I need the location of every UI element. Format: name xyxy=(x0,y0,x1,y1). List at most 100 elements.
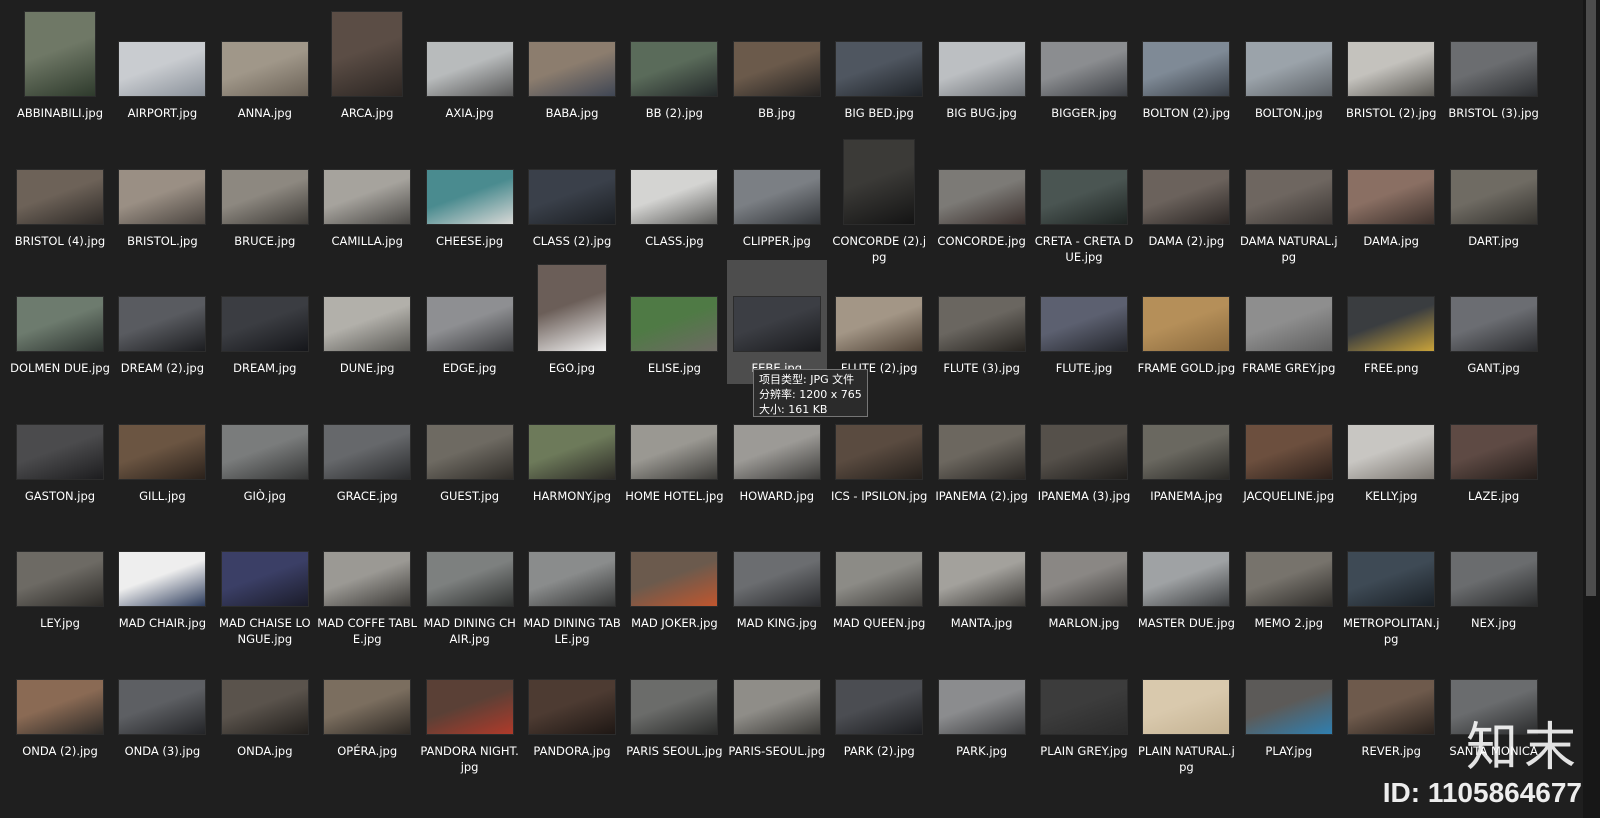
file-thumbnail-area xyxy=(215,388,315,480)
file-name: BABA.jpg xyxy=(545,106,599,120)
file-item[interactable]: BIG BUG.jpg xyxy=(932,5,1032,129)
file-item[interactable]: DREAM.jpg xyxy=(215,260,315,384)
file-item[interactable]: NEX.jpg xyxy=(1444,515,1544,639)
file-item[interactable]: BRISTOL (3).jpg xyxy=(1444,5,1544,129)
file-item[interactable]: IPANEMA (2).jpg xyxy=(932,388,1032,512)
file-item[interactable]: BOLTON.jpg xyxy=(1239,5,1339,129)
file-name: GUEST.jpg xyxy=(440,488,500,503)
file-item[interactable]: MAD CHAISE LONGUE.jpg xyxy=(215,515,315,646)
file-item[interactable]: CONCORDE (2).jpg xyxy=(829,133,929,264)
file-item[interactable]: DAMA (2).jpg xyxy=(1136,133,1236,257)
file-item[interactable]: BB.jpg xyxy=(727,5,827,129)
file-item[interactable]: DAMA NATURAL.jpg xyxy=(1239,133,1339,264)
file-item[interactable]: EDGE.jpg xyxy=(420,260,520,384)
file-item[interactable]: GRACE.jpg xyxy=(317,388,417,512)
file-item[interactable]: HARMONY.jpg xyxy=(522,388,622,512)
file-item[interactable]: ONDA (3).jpg xyxy=(112,643,212,767)
image-thumbnail xyxy=(16,678,104,735)
file-item[interactable]: PARIS SEOUL.jpg xyxy=(624,643,724,767)
file-item[interactable]: DUNE.jpg xyxy=(317,260,417,384)
file-item[interactable]: FREE.png xyxy=(1341,260,1441,384)
file-item[interactable]: CLASS (2).jpg xyxy=(522,133,622,257)
file-item[interactable]: BRUCE.jpg xyxy=(215,133,315,257)
file-item[interactable]: MAD DINING TABLE.jpg xyxy=(522,515,622,646)
file-item[interactable]: GILL.jpg xyxy=(112,388,212,512)
file-item[interactable]: DREAM (2).jpg xyxy=(112,260,212,384)
file-item[interactable]: FEBE.jpg xyxy=(726,260,827,384)
file-item[interactable]: BIG BED.jpg xyxy=(829,5,929,129)
file-item[interactable]: HOME HOTEL.jpg xyxy=(624,388,724,512)
file-item[interactable]: MAD CHAIR.jpg xyxy=(112,515,212,639)
file-item[interactable]: BOLTON (2).jpg xyxy=(1136,5,1236,129)
file-item[interactable]: LEY.jpg xyxy=(10,515,110,639)
file-item[interactable]: MARLON.jpg xyxy=(1034,515,1134,639)
file-item[interactable]: IPANEMA (3).jpg xyxy=(1034,388,1134,512)
file-item[interactable]: SANTA MONICA xyxy=(1444,643,1544,767)
file-item[interactable]: REVER.jpg xyxy=(1341,643,1441,767)
file-item[interactable]: FRAME GOLD.jpg xyxy=(1136,260,1236,384)
file-thumbnail-area xyxy=(420,388,520,480)
file-item[interactable]: ONDA (2).jpg xyxy=(10,643,110,767)
file-item[interactable]: CHEESE.jpg xyxy=(420,133,520,257)
image-thumbnail xyxy=(323,296,412,352)
file-item[interactable]: EGO.jpg xyxy=(522,260,622,384)
file-item[interactable]: ANNA.jpg xyxy=(215,5,315,129)
file-item[interactable]: CRETA - CRETA DUE.jpg xyxy=(1034,133,1134,264)
file-item[interactable]: GANT.jpg xyxy=(1444,260,1544,384)
file-item[interactable]: PARK.jpg xyxy=(932,643,1032,767)
file-item[interactable]: PARK (2).jpg xyxy=(829,643,929,767)
scrollbar-thumb[interactable] xyxy=(1586,0,1596,596)
file-item[interactable]: MEMO 2.jpg xyxy=(1239,515,1339,639)
file-item[interactable]: GASTON.jpg xyxy=(10,388,110,512)
file-item[interactable]: MAD KING.jpg xyxy=(727,515,827,639)
file-item[interactable]: MASTER DUE.jpg xyxy=(1136,515,1236,639)
file-item[interactable]: ARCA.jpg xyxy=(317,5,417,129)
file-thumbnail-area xyxy=(624,643,724,735)
file-item[interactable]: BABA.jpg xyxy=(522,5,622,129)
file-item[interactable]: KELLY.jpg xyxy=(1341,388,1441,512)
file-item[interactable]: ABBINABILI.jpg xyxy=(10,5,110,129)
image-thumbnail xyxy=(1347,423,1436,480)
file-item[interactable]: MANTA.jpg xyxy=(932,515,1032,639)
file-item[interactable]: MAD JOKER.jpg xyxy=(624,515,724,639)
file-item[interactable]: ELISE.jpg xyxy=(624,260,724,384)
file-item[interactable]: BRISTOL.jpg xyxy=(112,133,212,257)
file-item[interactable]: BIGGER.jpg xyxy=(1034,5,1134,129)
file-item[interactable]: METROPOLITAN.jpg xyxy=(1341,515,1441,646)
file-item[interactable]: MAD DINING CHAIR.jpg xyxy=(420,515,520,646)
file-item[interactable]: FRAME GREY.jpg xyxy=(1239,260,1339,384)
file-item[interactable]: MAD QUEEN.jpg xyxy=(829,515,929,639)
file-item[interactable]: DAMA.jpg xyxy=(1341,133,1441,257)
file-item[interactable]: FLUTE.jpg xyxy=(1034,260,1134,384)
file-item[interactable]: FLUTE (3).jpg xyxy=(932,260,1032,384)
file-item[interactable]: OPÉRA.jpg xyxy=(317,643,417,767)
file-item[interactable]: CLASS.jpg xyxy=(624,133,724,257)
file-item[interactable]: AXIA.jpg xyxy=(420,5,520,129)
file-item[interactable]: AIRPORT.jpg xyxy=(112,5,212,129)
file-item[interactable]: ONDA.jpg xyxy=(215,643,315,767)
file-item[interactable]: CLIPPER.jpg xyxy=(727,133,827,257)
file-item[interactable]: MAD COFFE TABLE.jpg xyxy=(317,515,417,646)
file-item[interactable]: CONCORDE.jpg xyxy=(932,133,1032,257)
file-item[interactable]: GIÒ.jpg xyxy=(215,388,315,512)
file-item[interactable]: PLAY.jpg xyxy=(1239,643,1339,767)
file-item[interactable]: BRISTOL (4).jpg xyxy=(10,133,110,257)
file-item[interactable]: CAMILLA.jpg xyxy=(317,133,417,257)
file-item[interactable]: PANDORA NIGHT.jpg xyxy=(420,643,520,774)
file-item[interactable]: PLAIN NATURAL.jpg xyxy=(1136,643,1236,774)
file-item[interactable]: FLUTE (2).jpg xyxy=(829,260,929,384)
file-item[interactable]: PLAIN GREY.jpg xyxy=(1034,643,1134,767)
file-item[interactable]: DART.jpg xyxy=(1444,133,1544,257)
file-item[interactable]: GUEST.jpg xyxy=(420,388,520,512)
file-item[interactable]: DOLMEN DUE.jpg xyxy=(10,260,110,384)
file-item[interactable]: BRISTOL (2).jpg xyxy=(1341,5,1441,129)
file-item[interactable]: IPANEMA.jpg xyxy=(1136,388,1236,512)
file-item[interactable]: PARIS-SEOUL.jpg xyxy=(727,643,827,767)
file-item[interactable]: PANDORA.jpg xyxy=(522,643,622,767)
file-item[interactable]: LAZE.jpg xyxy=(1444,388,1544,512)
file-name: BIGGER.jpg xyxy=(1051,106,1117,120)
vertical-scrollbar[interactable] xyxy=(1583,0,1600,818)
file-item[interactable]: JACQUELINE.jpg xyxy=(1239,388,1339,512)
file-name: DAMA.jpg xyxy=(1363,233,1419,248)
file-item[interactable]: BB (2).jpg xyxy=(624,5,724,129)
